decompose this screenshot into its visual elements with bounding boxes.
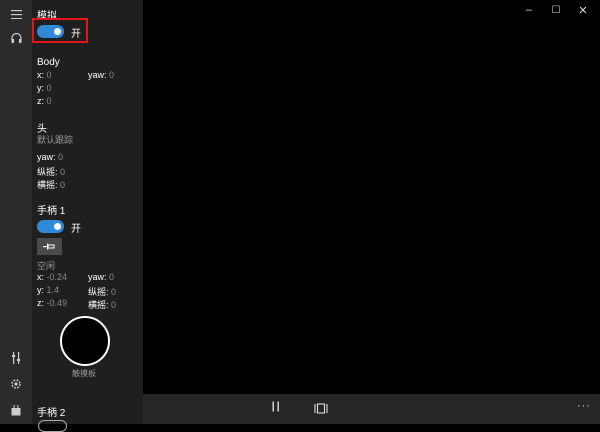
controller-settings-icon[interactable] bbox=[0, 346, 32, 370]
controller1-yaw-value: 0 bbox=[109, 272, 115, 282]
body-yaw-value: 0 bbox=[109, 70, 115, 80]
hamburger-icon[interactable] bbox=[0, 2, 32, 26]
body-z-value: 0 bbox=[46, 96, 52, 106]
pin-button[interactable] bbox=[37, 238, 62, 255]
touchpad[interactable] bbox=[60, 316, 110, 366]
headset-icon[interactable] bbox=[0, 27, 32, 51]
highlight-box bbox=[32, 18, 88, 43]
head-pitch-value: 0 bbox=[60, 167, 66, 177]
controller1-toggle-label: 开 bbox=[71, 224, 81, 235]
body-y-label: y: 0 bbox=[37, 83, 52, 93]
fit-view-button[interactable] bbox=[314, 401, 328, 419]
controller1-toggle[interactable] bbox=[37, 220, 64, 233]
controller1-yaw-label: yaw: 0 bbox=[88, 272, 115, 282]
controller1-pitch-label: 纵摇: 0 bbox=[88, 287, 117, 297]
left-rail bbox=[0, 0, 32, 424]
body-yaw-label: yaw: 0 bbox=[88, 70, 115, 80]
store-icon[interactable] bbox=[0, 398, 32, 422]
toggle-knob bbox=[54, 223, 61, 230]
bottom-toolbar bbox=[143, 394, 600, 424]
controller1-title: 手柄 1 bbox=[37, 206, 66, 217]
minimize-button[interactable]: – bbox=[515, 0, 543, 20]
body-x-label: x: 0 bbox=[37, 70, 52, 80]
head-pitch-label: 纵摇: 0 bbox=[37, 167, 66, 177]
pause-button[interactable] bbox=[272, 401, 280, 415]
controller1-z-label: z: -0.49 bbox=[37, 298, 68, 308]
controller1-roll-value: 0 bbox=[111, 300, 117, 310]
controller1-x-value: -0.24 bbox=[46, 272, 68, 282]
maximize-button[interactable]: ☐ bbox=[542, 0, 570, 20]
controller1-y-value: 1.4 bbox=[46, 285, 60, 295]
controller1-pitch-value: 0 bbox=[111, 287, 117, 297]
controller1-state: 空闲 bbox=[37, 261, 56, 271]
body-y-value: 0 bbox=[46, 83, 52, 93]
body-title: Body bbox=[37, 57, 60, 68]
viewport[interactable] bbox=[143, 0, 600, 394]
body-x-value: 0 bbox=[46, 70, 52, 80]
head-roll-value: 0 bbox=[60, 180, 66, 190]
head-tracking-mode: 默认跟踪 bbox=[37, 135, 74, 145]
pause-icon bbox=[272, 401, 279, 412]
controller1-y-label: y: 1.4 bbox=[37, 285, 60, 295]
head-roll-label: 横摇: 0 bbox=[37, 180, 66, 190]
more-options-button[interactable]: ··· bbox=[577, 400, 591, 412]
body-z-label: z: 0 bbox=[37, 96, 52, 106]
controller1-roll-label: 横摇: 0 bbox=[88, 300, 117, 310]
close-button[interactable]: ✕ bbox=[569, 0, 597, 20]
controller1-z-value: -0.49 bbox=[46, 298, 68, 308]
head-yaw-label: yaw: 0 bbox=[37, 152, 64, 162]
touchpad-label: 触摸板 bbox=[72, 369, 96, 378]
pin-icon bbox=[43, 243, 55, 250]
controller2-title: 手柄 2 bbox=[37, 408, 66, 419]
controller2-toggle[interactable] bbox=[38, 420, 67, 432]
head-yaw-value: 0 bbox=[58, 152, 64, 162]
controller1-x-label: x: -0.24 bbox=[37, 272, 68, 282]
gear-icon[interactable] bbox=[0, 372, 32, 396]
fit-view-icon bbox=[314, 403, 328, 414]
